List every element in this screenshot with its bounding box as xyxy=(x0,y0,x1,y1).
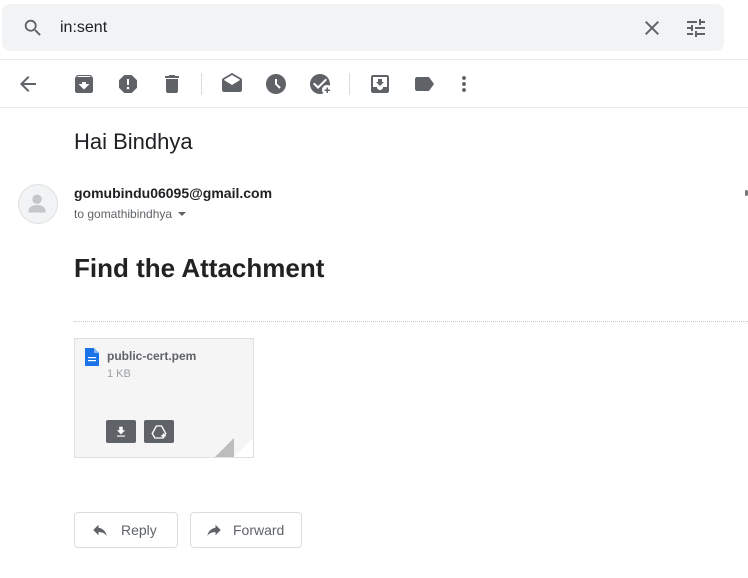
message-toolbar xyxy=(0,60,748,107)
recipient-details[interactable]: to gomathibindhya xyxy=(74,207,187,221)
reply-icon xyxy=(93,524,107,536)
recipient-label: to gomathibindhya xyxy=(74,207,173,221)
forward-icon xyxy=(207,524,221,536)
sender-email: gomubindu06095@gmail.com xyxy=(74,185,273,201)
add-to-drive-icon xyxy=(151,424,167,439)
close-icon[interactable] xyxy=(640,16,664,40)
reply-label: Reply xyxy=(121,522,157,538)
chevron-down-icon[interactable] xyxy=(178,212,187,216)
page-fold-corner xyxy=(233,437,253,457)
forward-button[interactable]: Forward xyxy=(190,512,302,548)
toolbar-separator xyxy=(349,73,350,95)
attachment-card[interactable]: public-cert.pem 1 KB xyxy=(74,338,254,458)
attachment-size: 1 KB xyxy=(107,368,131,380)
add-task-icon[interactable] xyxy=(308,72,332,96)
search-input[interactable]: in:sent xyxy=(60,19,107,37)
archive-icon[interactable] xyxy=(72,72,96,96)
email-body: Find the Attachment xyxy=(74,253,325,283)
more-vert-icon[interactable] xyxy=(452,72,476,96)
search-icon[interactable] xyxy=(22,17,44,39)
move-to-inbox-icon[interactable] xyxy=(368,72,392,96)
label-icon[interactable] xyxy=(412,72,436,96)
download-button[interactable] xyxy=(106,420,136,443)
divider xyxy=(0,107,748,108)
download-icon xyxy=(116,426,126,437)
mark-unread-icon[interactable] xyxy=(220,72,244,96)
tune-icon[interactable] xyxy=(684,16,708,40)
forward-label: Forward xyxy=(233,522,285,538)
file-icon xyxy=(85,348,99,366)
email-subject: Hai Bindhya xyxy=(74,129,193,154)
person-icon xyxy=(28,194,46,213)
toolbar-separator xyxy=(201,73,202,95)
snooze-icon[interactable] xyxy=(264,72,288,96)
page-fold xyxy=(214,438,234,457)
reply-button[interactable]: Reply xyxy=(74,512,178,548)
attachment-name: public-cert.pem xyxy=(107,349,197,363)
report-spam-icon[interactable] xyxy=(116,72,140,96)
avatar[interactable] xyxy=(18,184,58,224)
delete-icon[interactable] xyxy=(160,72,184,96)
attachment-divider xyxy=(74,321,748,322)
search-bar[interactable]: in:sent xyxy=(2,4,724,51)
arrow-back-icon[interactable] xyxy=(16,72,40,96)
save-to-drive-button[interactable] xyxy=(144,420,174,443)
